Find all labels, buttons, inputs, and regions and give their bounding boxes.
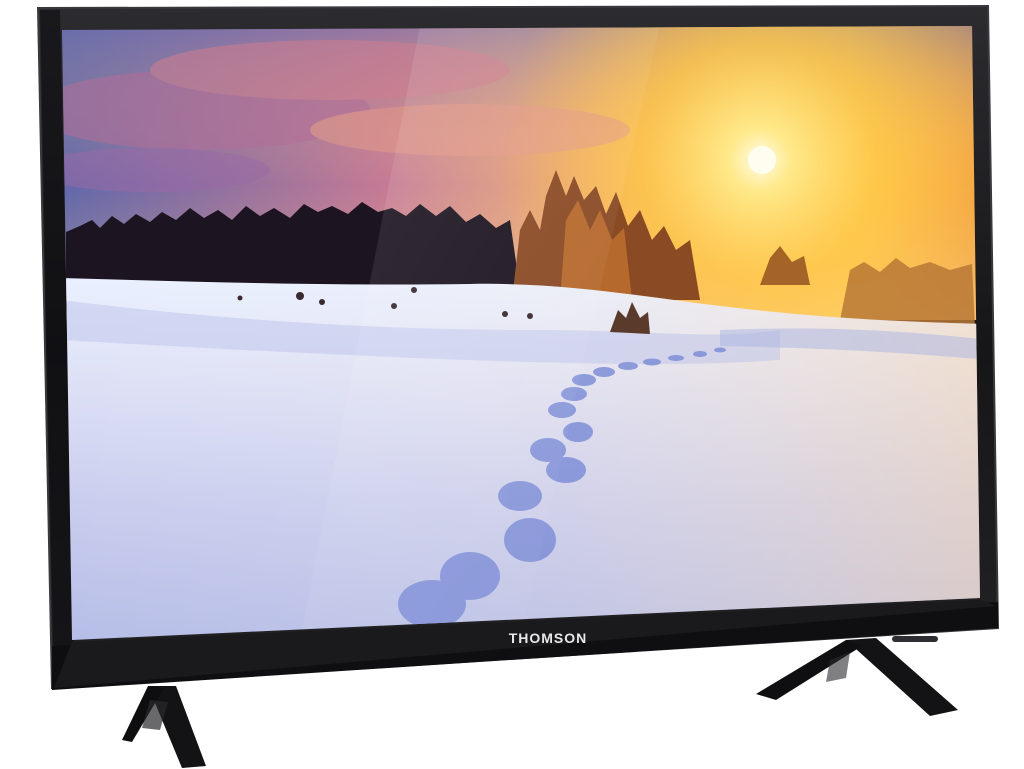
status-led [892,636,938,642]
sun [748,146,776,174]
product-photo: THOMSON [0,0,1024,769]
right-stand [756,638,958,716]
brand-logo: THOMSON [509,630,588,646]
tv-illustration: THOMSON [36,4,1000,768]
tv-screen [62,26,980,640]
left-stand [122,686,206,768]
